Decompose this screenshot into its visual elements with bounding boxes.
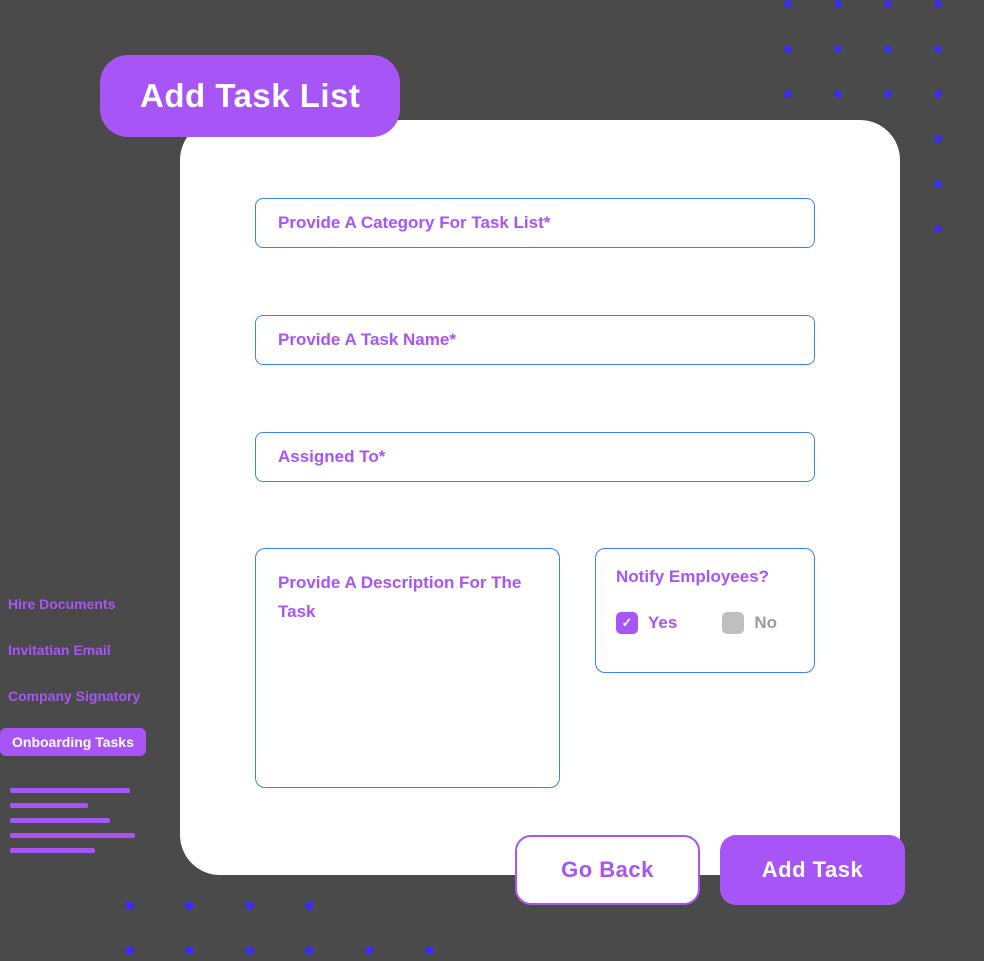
form-card: Provide A Category For Task List* Provid… xyxy=(180,120,900,875)
notify-yes-label: Yes xyxy=(648,613,677,633)
checkbox-unchecked-icon xyxy=(722,612,744,634)
notify-option-no[interactable]: No xyxy=(722,612,777,634)
notify-no-label: No xyxy=(754,613,777,633)
sidebar-item-hire-documents[interactable]: Hire Documents xyxy=(0,590,170,618)
sidebar-decorative-lines xyxy=(0,788,170,853)
assigned-placeholder: Assigned To* xyxy=(278,447,385,467)
taskname-placeholder: Provide A Task Name* xyxy=(278,330,456,350)
checkbox-checked-icon: ✓ xyxy=(616,612,638,634)
go-back-button[interactable]: Go Back xyxy=(515,835,700,905)
assigned-input[interactable]: Assigned To* xyxy=(255,432,815,482)
decorative-dots-bottom xyxy=(125,901,425,961)
sidebar-item-company-signatory[interactable]: Company Signatory xyxy=(0,682,170,710)
notify-title: Notify Employees? xyxy=(616,567,794,587)
description-textarea[interactable]: Provide A Description For The Task xyxy=(255,548,560,788)
description-placeholder: Provide A Description For The Task xyxy=(278,573,521,621)
notify-box: Notify Employees? ✓ Yes No xyxy=(595,548,815,673)
category-placeholder: Provide A Category For Task List* xyxy=(278,213,550,233)
taskname-input[interactable]: Provide A Task Name* xyxy=(255,315,815,365)
sidebar-item-onboarding-tasks[interactable]: Onboarding Tasks xyxy=(0,728,146,756)
notify-option-yes[interactable]: ✓ Yes xyxy=(616,612,677,634)
add-task-button[interactable]: Add Task xyxy=(720,835,905,905)
page-title: Add Task List xyxy=(100,55,400,137)
category-input[interactable]: Provide A Category For Task List* xyxy=(255,198,815,248)
check-icon: ✓ xyxy=(622,615,633,631)
sidebar: Hire Documents Invitatian Email Company … xyxy=(0,590,170,853)
sidebar-item-invitation-email[interactable]: Invitatian Email xyxy=(0,636,170,664)
